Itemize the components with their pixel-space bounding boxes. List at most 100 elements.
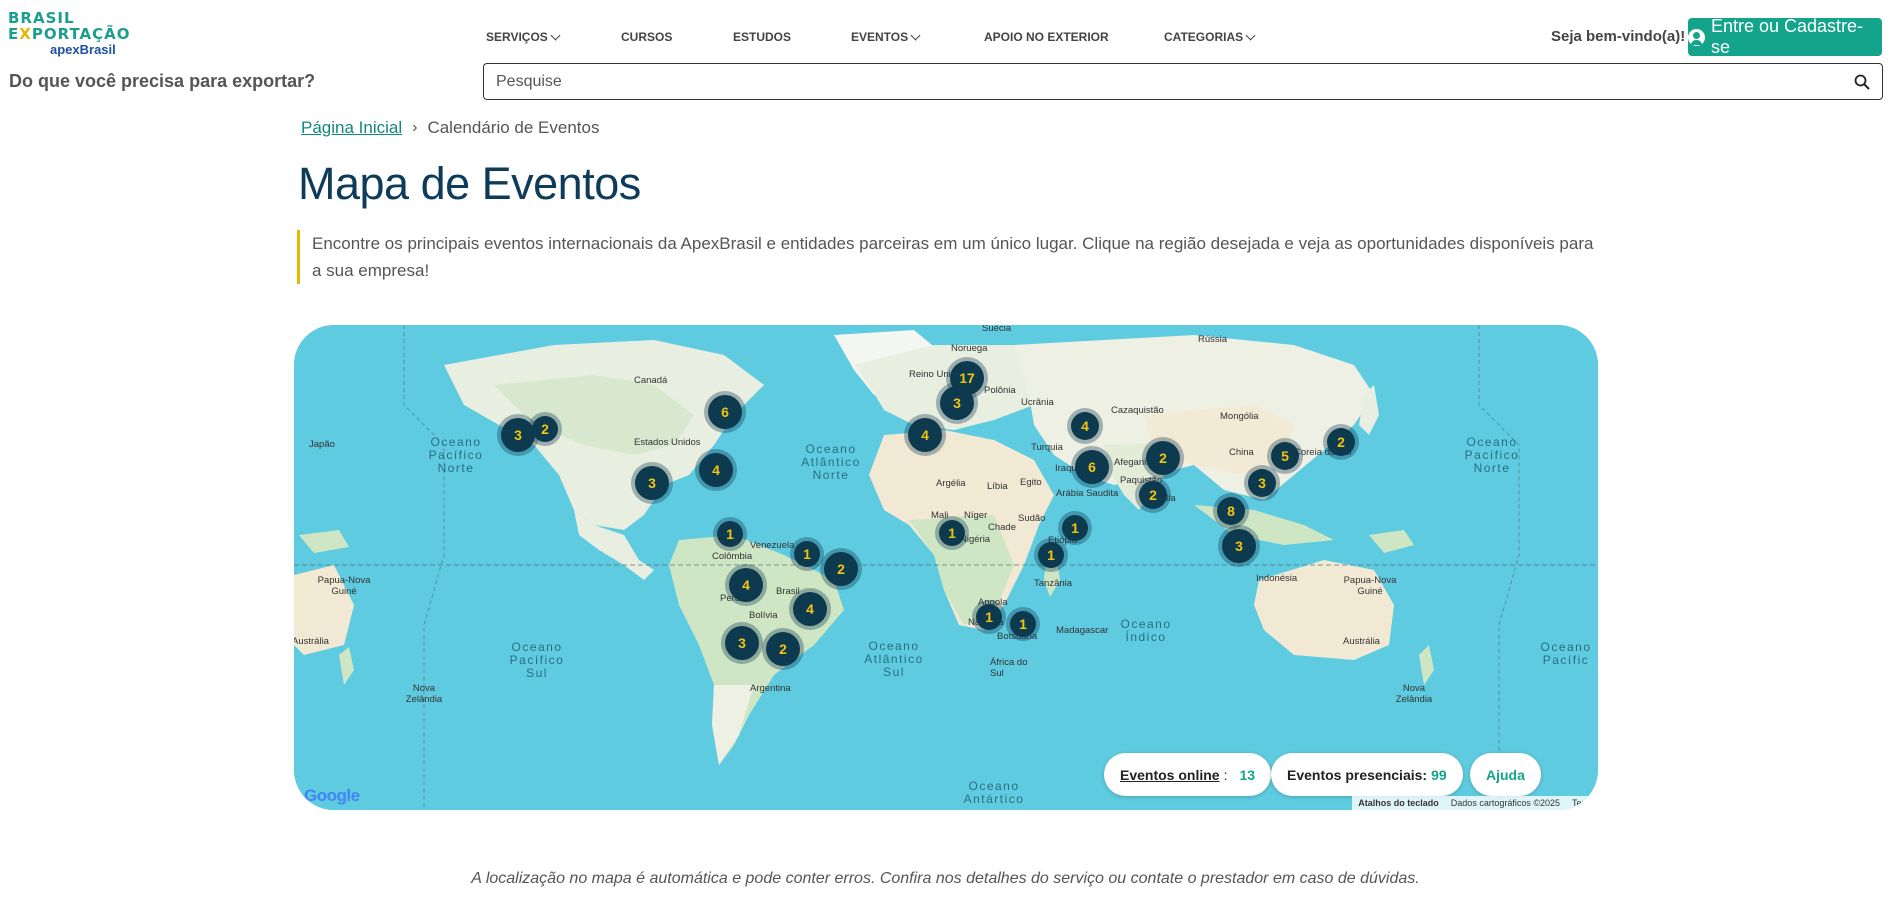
event-cluster-marker[interactable]: 8 bbox=[1217, 497, 1245, 525]
brasil-exportacao-logo[interactable]: BRASIL EXPORTAÇÃO apexBrasil bbox=[8, 10, 133, 60]
event-cluster-marker[interactable]: 2 bbox=[1146, 441, 1180, 475]
disclaimer-text: A localização no mapa é automática e pod… bbox=[471, 870, 1420, 887]
country-label: Suécia bbox=[982, 325, 1012, 334]
event-cluster-marker[interactable]: 4 bbox=[1071, 412, 1099, 440]
event-cluster-marker[interactable]: 4 bbox=[699, 453, 733, 487]
event-cluster-marker[interactable]: 1 bbox=[939, 520, 965, 546]
country-label: Mali bbox=[931, 510, 949, 521]
ocean-label: Oceano Antártico bbox=[963, 779, 1025, 806]
country-label: Austrália bbox=[294, 636, 329, 647]
country-label: Mongólia bbox=[1220, 411, 1259, 422]
online-events-pill[interactable]: Eventos online : 13 bbox=[1104, 753, 1272, 796]
map-data-credit: Dados cartográficos ©2025 bbox=[1450, 798, 1560, 808]
logo-apexbrasil: apexBrasil bbox=[50, 42, 116, 57]
country-label: Polônia bbox=[984, 385, 1016, 396]
map-attribution: Atalhos do teclado Dados cartográficos ©… bbox=[1352, 796, 1598, 810]
breadcrumb-current: Calendário de Eventos bbox=[427, 118, 600, 137]
ocean-label: Oceano Pacífico Sul bbox=[509, 640, 565, 680]
chevron-right-icon: › bbox=[412, 119, 418, 136]
logo-line1: BRASIL bbox=[8, 9, 75, 27]
event-cluster-marker[interactable]: 2 bbox=[766, 632, 800, 666]
event-cluster-marker[interactable]: 1 bbox=[717, 521, 743, 547]
login-button[interactable]: Entre ou Cadastre-se bbox=[1688, 16, 1882, 57]
ocean-label: Oceano Pacífico Norte bbox=[1464, 435, 1520, 475]
breadcrumb-home-link[interactable]: Página Inicial bbox=[301, 118, 402, 138]
country-label: Indonésia bbox=[1256, 573, 1298, 584]
terms-link[interactable]: Term bbox=[1572, 798, 1592, 808]
country-label: Madagascar bbox=[1056, 625, 1109, 636]
country-label: Papua-Nova Guiné bbox=[317, 575, 371, 597]
event-cluster-marker[interactable]: 1 bbox=[794, 541, 820, 567]
country-label: Austrália bbox=[1343, 636, 1380, 647]
event-cluster-marker[interactable]: 1 bbox=[1062, 515, 1088, 541]
ocean-label: Oceano Índico bbox=[1120, 617, 1172, 644]
search-input[interactable] bbox=[484, 72, 1824, 91]
country-label: Arábia Saudita bbox=[1056, 488, 1119, 499]
event-cluster-marker[interactable]: 2 bbox=[532, 416, 558, 442]
chevron-down-icon bbox=[910, 30, 921, 40]
user-icon bbox=[1688, 28, 1705, 46]
login-label: Entre ou Cadastre-se bbox=[1710, 16, 1864, 57]
event-cluster-marker[interactable]: 1 bbox=[1038, 542, 1064, 568]
event-cluster-marker[interactable]: 6 bbox=[1075, 450, 1109, 484]
country-label: Rússia bbox=[1198, 334, 1228, 345]
keyboard-shortcuts-link[interactable]: Atalhos do teclado bbox=[1358, 798, 1439, 808]
event-cluster-marker[interactable]: 2 bbox=[1327, 428, 1355, 456]
country-label: Turquia bbox=[1031, 442, 1063, 453]
country-label: Líbia bbox=[987, 481, 1008, 492]
events-map[interactable]: Suécia Noruega Rússia Reino Unido Polôni… bbox=[294, 325, 1598, 810]
chevron-down-icon bbox=[550, 30, 561, 40]
event-cluster-marker[interactable]: 3 bbox=[940, 386, 974, 420]
event-cluster-marker[interactable]: 3 bbox=[501, 418, 535, 452]
country-label: Bolívia bbox=[749, 610, 778, 621]
country-label: Japão bbox=[309, 439, 335, 450]
country-label: Cazaquistão bbox=[1111, 405, 1164, 416]
country-label: Tanzânia bbox=[1034, 578, 1073, 589]
event-cluster-marker[interactable]: 1 bbox=[1010, 611, 1036, 637]
breadcrumb: Página Inicial › Calendário de Eventos bbox=[301, 118, 599, 138]
country-label: Canadá bbox=[634, 375, 668, 386]
ocean-label: Oceano Pacífic bbox=[1540, 640, 1592, 667]
event-cluster-marker[interactable]: 5 bbox=[1271, 442, 1299, 470]
event-cluster-marker[interactable]: 6 bbox=[708, 395, 742, 429]
country-label: Nova Zelândia bbox=[405, 683, 443, 705]
event-cluster-marker[interactable]: 2 bbox=[1139, 481, 1167, 509]
google-logo: Google bbox=[304, 786, 360, 805]
search-icon[interactable] bbox=[1854, 74, 1870, 90]
event-cluster-marker[interactable]: 4 bbox=[729, 568, 763, 602]
country-label: China bbox=[1229, 447, 1254, 458]
presencial-events-count: 99 bbox=[1431, 766, 1447, 783]
country-label: Venezuela bbox=[750, 540, 795, 551]
online-events-count: 13 bbox=[1239, 766, 1256, 783]
country-label: Brasil bbox=[776, 586, 800, 597]
event-cluster-marker[interactable]: 1 bbox=[976, 604, 1002, 630]
event-cluster-marker[interactable]: 2 bbox=[824, 552, 858, 586]
ocean-label: Oceano Atlântico Norte bbox=[801, 442, 861, 482]
country-label: Nova Zelândia bbox=[1395, 683, 1433, 705]
nav-estudos[interactable]: ESTUDOS bbox=[733, 30, 791, 44]
welcome-text: Seja bem-vindo(a)! bbox=[1551, 28, 1686, 45]
nav-cursos[interactable]: CURSOS bbox=[621, 30, 672, 44]
event-cluster-marker[interactable]: 3 bbox=[635, 466, 669, 500]
event-cluster-marker[interactable]: 3 bbox=[1222, 529, 1256, 563]
event-cluster-marker[interactable]: 4 bbox=[908, 418, 942, 452]
search-bar bbox=[483, 63, 1883, 100]
country-label: Chade bbox=[988, 522, 1016, 533]
nav-eventos[interactable]: EVENTOS bbox=[851, 30, 921, 44]
country-label: Níger bbox=[964, 510, 988, 521]
ocean-label: Oceano Pacífico Norte bbox=[428, 435, 484, 475]
nav-apoio-exterior[interactable]: APOIO NO EXTERIOR bbox=[984, 30, 1109, 44]
country-label: Noruega bbox=[951, 343, 988, 354]
event-cluster-marker[interactable]: 3 bbox=[1248, 469, 1276, 497]
country-label: África do Sul bbox=[990, 657, 1028, 679]
nav-servicos[interactable]: SERVIÇOS bbox=[486, 30, 561, 44]
nav-categorias[interactable]: CATEGORIAS bbox=[1164, 30, 1256, 44]
country-label: Sudão bbox=[1018, 513, 1046, 524]
help-button[interactable]: Ajuda bbox=[1470, 753, 1541, 796]
country-label: Colômbia bbox=[712, 551, 753, 562]
event-cluster-marker[interactable]: 4 bbox=[793, 592, 827, 626]
event-cluster-marker[interactable]: 3 bbox=[725, 626, 759, 660]
country-label: Papua-Nova Guiné bbox=[1343, 575, 1397, 597]
presencial-events-pill[interactable]: Eventos presenciais: 99 bbox=[1271, 753, 1463, 796]
logo-line2: EXPORTAÇÃO bbox=[8, 25, 131, 43]
